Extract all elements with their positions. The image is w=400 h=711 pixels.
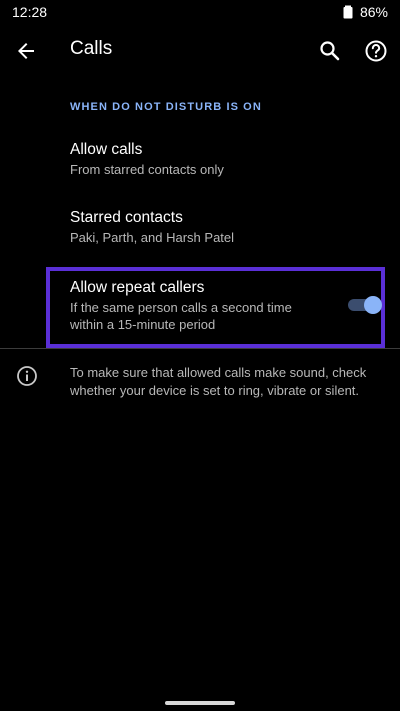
nav-handle[interactable] (165, 701, 235, 705)
info-text-line2: whether your device is set to ring, vibr… (70, 383, 360, 398)
highlight-box (46, 267, 385, 348)
status-bar: 12:28 86% (0, 0, 400, 26)
starred-contacts-item[interactable]: Starred contacts Paki, Parth, and Harsh … (0, 200, 400, 256)
starred-contacts-summary: Paki, Parth, and Harsh Patel (70, 230, 235, 245)
battery-icon (343, 5, 353, 19)
toggle-thumb (364, 296, 382, 314)
allow-calls-title: Allow calls (70, 141, 143, 158)
allow-calls-item[interactable]: Allow calls From starred contacts only (0, 132, 400, 188)
section-header: WHEN DO NOT DISTURB IS ON (70, 101, 262, 113)
battery-percent: 86% (359, 4, 388, 20)
help-icon[interactable] (362, 37, 390, 65)
info-text-line1: To make sure that allowed calls make sou… (70, 365, 367, 380)
status-right: 86% (341, 4, 388, 20)
divider (0, 348, 400, 349)
info-icon (17, 366, 37, 386)
status-time: 12:28 (12, 4, 48, 20)
allow-calls-summary: From starred contacts only (70, 162, 224, 177)
repeat-callers-toggle[interactable] (346, 296, 382, 314)
info-text: To make sure that allowed calls make sou… (70, 364, 390, 400)
arrow-back-icon[interactable] (12, 37, 40, 65)
app-bar: Calls (0, 26, 400, 76)
search-icon[interactable] (316, 37, 344, 65)
starred-contacts-title: Starred contacts (70, 209, 183, 226)
page-title: Calls (70, 38, 113, 59)
